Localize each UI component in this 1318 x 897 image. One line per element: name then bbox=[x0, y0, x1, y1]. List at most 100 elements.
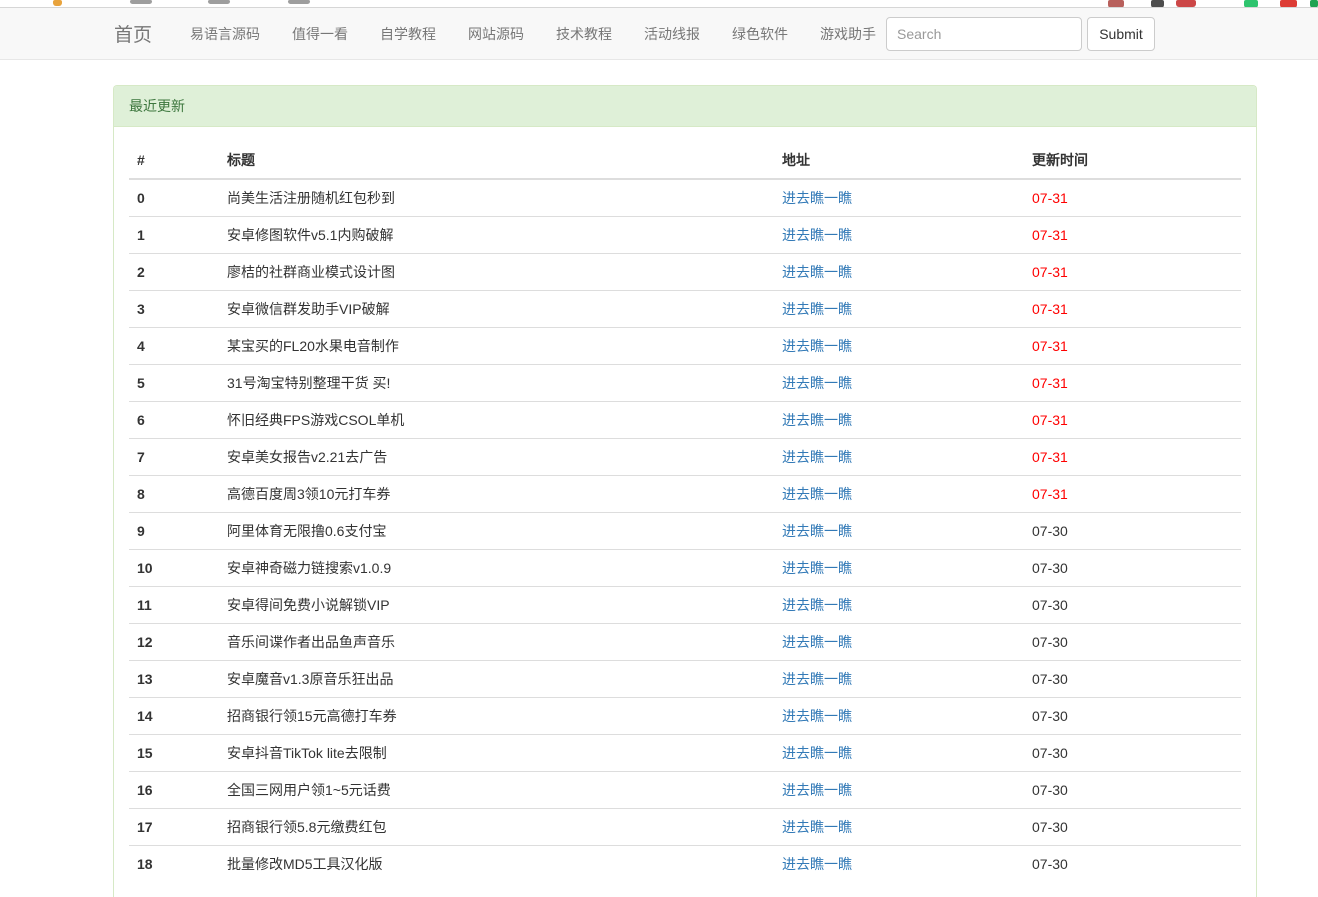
visit-link[interactable]: 进去瞧一瞧 bbox=[782, 856, 852, 872]
table-row: 10 安卓神奇磁力链搜索v1.0.9 进去瞧一瞧 07-30 bbox=[129, 550, 1241, 587]
row-date: 07-30 bbox=[1024, 698, 1241, 735]
row-date: 07-31 bbox=[1024, 439, 1241, 476]
nav-item[interactable]: 值得一看 bbox=[276, 24, 364, 44]
table-row: 1 安卓修图软件v5.1内购破解 进去瞧一瞧 07-31 bbox=[129, 217, 1241, 254]
row-index: 16 bbox=[129, 772, 219, 809]
visit-link[interactable]: 进去瞧一瞧 bbox=[782, 338, 852, 354]
row-date: 07-30 bbox=[1024, 809, 1241, 846]
table-row: 17 招商银行领5.8元缴费红包 进去瞧一瞧 07-30 bbox=[129, 809, 1241, 846]
tab-text-fragment bbox=[288, 0, 310, 4]
row-title: 招商银行领15元高德打车券 bbox=[219, 698, 774, 735]
row-link-cell: 进去瞧一瞧 bbox=[774, 402, 1024, 439]
row-title: 全国三网用户领1~5元话费 bbox=[219, 772, 774, 809]
visit-link[interactable]: 进去瞧一瞧 bbox=[782, 227, 852, 243]
extension-icon-fragment bbox=[1108, 0, 1124, 8]
table-row: 16 全国三网用户领1~5元话费 进去瞧一瞧 07-30 bbox=[129, 772, 1241, 809]
row-date: 07-30 bbox=[1024, 550, 1241, 587]
row-link-cell: 进去瞧一瞧 bbox=[774, 846, 1024, 883]
extension-icon-fragment bbox=[1176, 0, 1196, 7]
row-date: 07-31 bbox=[1024, 179, 1241, 217]
row-index: 12 bbox=[129, 624, 219, 661]
visit-link[interactable]: 进去瞧一瞧 bbox=[782, 301, 852, 317]
extension-icon-fragment bbox=[1280, 0, 1297, 8]
row-index: 7 bbox=[129, 439, 219, 476]
visit-link[interactable]: 进去瞧一瞧 bbox=[782, 412, 852, 428]
table-row: 2 廖桔的社群商业模式设计图 进去瞧一瞧 07-31 bbox=[129, 254, 1241, 291]
row-link-cell: 进去瞧一瞧 bbox=[774, 587, 1024, 624]
row-title: 31号淘宝特别整理干货 买! bbox=[219, 365, 774, 402]
row-index: 18 bbox=[129, 846, 219, 883]
extension-icon-fragment bbox=[1151, 0, 1164, 8]
row-index: 3 bbox=[129, 291, 219, 328]
nav-item-home[interactable]: 首页 bbox=[114, 20, 152, 47]
table-row: 7 安卓美女报告v2.21去广告 进去瞧一瞧 07-31 bbox=[129, 439, 1241, 476]
row-date: 07-31 bbox=[1024, 254, 1241, 291]
row-date: 07-31 bbox=[1024, 328, 1241, 365]
visit-link[interactable]: 进去瞧一瞧 bbox=[782, 375, 852, 391]
row-title: 安卓修图软件v5.1内购破解 bbox=[219, 217, 774, 254]
nav-item[interactable]: 网站源码 bbox=[452, 24, 540, 44]
nav-item[interactable]: 易语言源码 bbox=[174, 24, 276, 44]
row-link-cell: 进去瞧一瞧 bbox=[774, 254, 1024, 291]
row-link-cell: 进去瞧一瞧 bbox=[774, 217, 1024, 254]
visit-link[interactable]: 进去瞧一瞧 bbox=[782, 634, 852, 650]
tab-text-fragment bbox=[130, 0, 152, 4]
visit-link[interactable]: 进去瞧一瞧 bbox=[782, 190, 852, 206]
row-link-cell: 进去瞧一瞧 bbox=[774, 513, 1024, 550]
row-index: 0 bbox=[129, 179, 219, 217]
nav-item[interactable]: 技术教程 bbox=[540, 24, 628, 44]
row-link-cell: 进去瞧一瞧 bbox=[774, 439, 1024, 476]
row-date: 07-31 bbox=[1024, 217, 1241, 254]
row-index: 14 bbox=[129, 698, 219, 735]
row-index: 1 bbox=[129, 217, 219, 254]
table-row: 6 怀旧经典FPS游戏CSOL单机 进去瞧一瞧 07-31 bbox=[129, 402, 1241, 439]
search-input[interactable] bbox=[886, 17, 1082, 51]
row-link-cell: 进去瞧一瞧 bbox=[774, 624, 1024, 661]
table-row: 12 音乐间谍作者出品鱼声音乐 进去瞧一瞧 07-30 bbox=[129, 624, 1241, 661]
tab-text-fragment bbox=[208, 0, 230, 4]
table-header-row: # 标题 地址 更新时间 bbox=[129, 142, 1241, 179]
row-date: 07-30 bbox=[1024, 846, 1241, 883]
row-title: 招商银行领5.8元缴费红包 bbox=[219, 809, 774, 846]
row-date: 07-31 bbox=[1024, 402, 1241, 439]
row-link-cell: 进去瞧一瞧 bbox=[774, 661, 1024, 698]
row-link-cell: 进去瞧一瞧 bbox=[774, 550, 1024, 587]
visit-link[interactable]: 进去瞧一瞧 bbox=[782, 708, 852, 724]
visit-link[interactable]: 进去瞧一瞧 bbox=[782, 486, 852, 502]
row-title: 批量修改MD5工具汉化版 bbox=[219, 846, 774, 883]
row-index: 15 bbox=[129, 735, 219, 772]
nav-item[interactable]: 游戏助手 bbox=[804, 24, 892, 44]
nav-item[interactable]: 活动线报 bbox=[628, 24, 716, 44]
visit-link[interactable]: 进去瞧一瞧 bbox=[782, 597, 852, 613]
row-date: 07-30 bbox=[1024, 661, 1241, 698]
row-date: 07-30 bbox=[1024, 587, 1241, 624]
table-row: 0 尚美生活注册随机红包秒到 进去瞧一瞧 07-31 bbox=[129, 179, 1241, 217]
visit-link[interactable]: 进去瞧一瞧 bbox=[782, 449, 852, 465]
visit-link[interactable]: 进去瞧一瞧 bbox=[782, 745, 852, 761]
row-index: 10 bbox=[129, 550, 219, 587]
recent-updates-table: # 标题 地址 更新时间 0 尚美生活注册随机红包秒到 进去瞧一瞧 07-31 … bbox=[129, 142, 1241, 882]
visit-link[interactable]: 进去瞧一瞧 bbox=[782, 819, 852, 835]
row-index: 6 bbox=[129, 402, 219, 439]
nav-item[interactable]: 绿色软件 bbox=[716, 24, 804, 44]
row-link-cell: 进去瞧一瞧 bbox=[774, 698, 1024, 735]
visit-link[interactable]: 进去瞧一瞧 bbox=[782, 523, 852, 539]
visit-link[interactable]: 进去瞧一瞧 bbox=[782, 782, 852, 798]
table-row: 8 高德百度周3领10元打车券 进去瞧一瞧 07-31 bbox=[129, 476, 1241, 513]
row-title: 安卓魔音v1.3原音乐狂出品 bbox=[219, 661, 774, 698]
row-date: 07-31 bbox=[1024, 365, 1241, 402]
row-title: 安卓抖音TikTok lite去限制 bbox=[219, 735, 774, 772]
row-title: 安卓神奇磁力链搜索v1.0.9 bbox=[219, 550, 774, 587]
row-title: 安卓美女报告v2.21去广告 bbox=[219, 439, 774, 476]
search-form: Submit bbox=[886, 17, 1155, 51]
visit-link[interactable]: 进去瞧一瞧 bbox=[782, 264, 852, 280]
nav-item[interactable]: 自学教程 bbox=[364, 24, 452, 44]
row-date: 07-30 bbox=[1024, 624, 1241, 661]
row-index: 5 bbox=[129, 365, 219, 402]
row-link-cell: 进去瞧一瞧 bbox=[774, 809, 1024, 846]
table-row: 14 招商银行领15元高德打车券 进去瞧一瞧 07-30 bbox=[129, 698, 1241, 735]
visit-link[interactable]: 进去瞧一瞧 bbox=[782, 560, 852, 576]
visit-link[interactable]: 进去瞧一瞧 bbox=[782, 671, 852, 687]
search-submit-button[interactable]: Submit bbox=[1087, 17, 1155, 51]
table-row: 5 31号淘宝特别整理干货 买! 进去瞧一瞧 07-31 bbox=[129, 365, 1241, 402]
